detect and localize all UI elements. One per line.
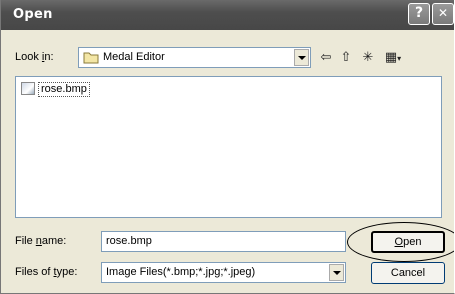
open-dialog: Open ? ✕ Look in: Medal Editor ⇦ ⇧ ✳ ▦▾ … [0,0,455,294]
file-type-combo[interactable]: Image Files(*.bmp;*.jpg;*.jpeg) [101,262,346,283]
view-menu-icon[interactable]: ▦▾ [381,50,405,66]
look-in-combo[interactable]: Medal Editor [78,47,311,68]
file-type-dropdown-arrow[interactable] [329,264,344,281]
look-in-label: Look in: [15,51,54,63]
help-button[interactable]: ? [408,3,430,25]
file-name-label: File name: [15,235,67,247]
look-in-dropdown-arrow[interactable] [294,49,309,66]
highlight-ellipse [347,222,454,262]
file-type-label: Files of type: [15,266,78,278]
back-icon[interactable]: ⇦ [317,50,335,66]
up-folder-icon[interactable]: ⇧ [337,50,355,66]
look-in-value: Medal Editor [103,51,165,63]
close-button[interactable]: ✕ [432,3,454,25]
folder-icon [83,52,99,64]
file-name-input[interactable]: rose.bmp [101,231,346,252]
file-type-value: Image Files(*.bmp;*.jpg;*.jpeg) [106,266,256,278]
file-item-name: rose.bmp [38,82,90,97]
title-bar[interactable]: Open ? ✕ [1,0,454,30]
cancel-button[interactable]: Cancel [371,262,445,284]
bitmap-file-icon [21,82,35,95]
file-list[interactable]: rose.bmp [15,76,442,218]
window-title: Open [13,7,53,22]
new-folder-icon[interactable]: ✳ [359,50,377,66]
